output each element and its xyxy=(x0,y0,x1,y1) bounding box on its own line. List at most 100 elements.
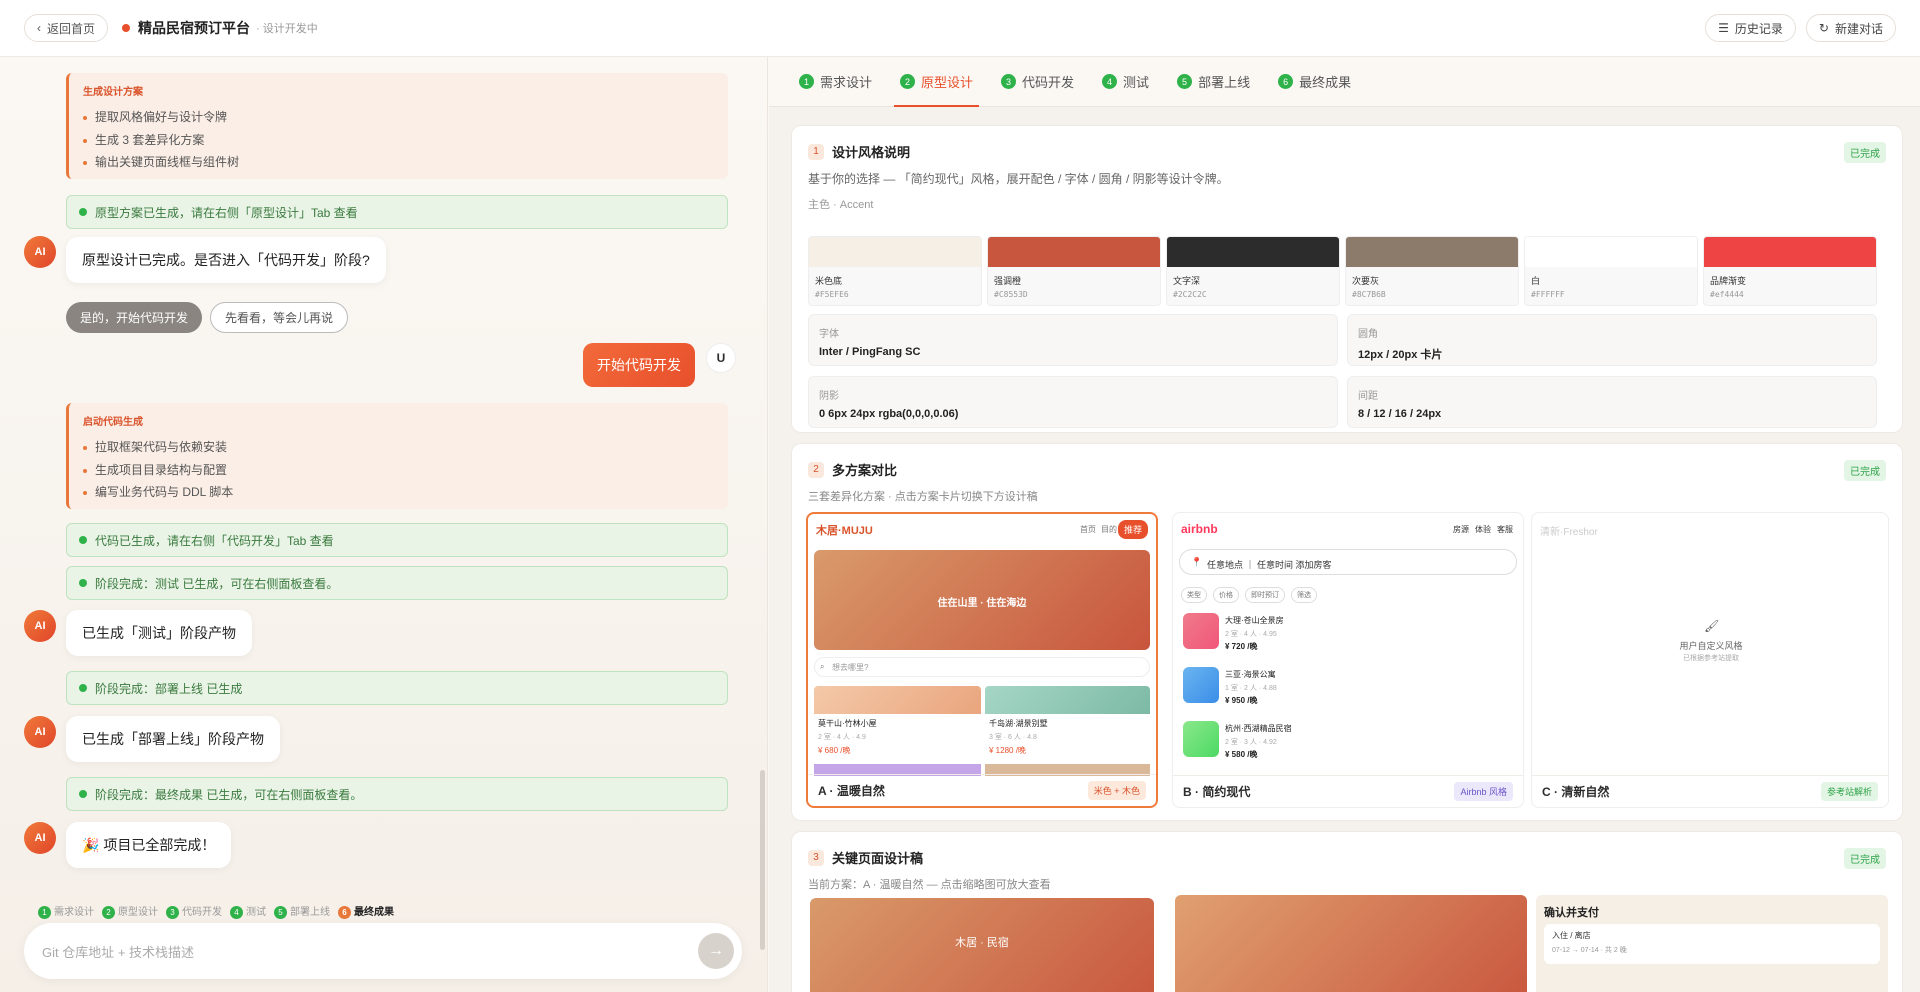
section-description: 当前方案：A · 温暖自然 — 点击缩略图可放大查看 xyxy=(808,879,1051,891)
defer-button[interactable]: 先看看，等会儿再说 xyxy=(210,302,349,333)
chat-history: 生成设计方案 提取风格偏好与设计令牌 生成 3 套差异化方案 输出关键页面线框与… xyxy=(0,57,760,897)
color-swatch[interactable]: 次要灰 #8C7B6B xyxy=(1345,236,1519,306)
color-swatch[interactable]: 文字深 #2C2C2C xyxy=(1166,236,1340,306)
tab-deploy[interactable]: 5 部署上线 xyxy=(1177,57,1250,107)
checkout-field-value: 07-12 → 07-14 · 共 2 晚 xyxy=(1552,947,1627,954)
token-shadow: 阴影 0 6px 24px rgba(0,0,0,0.06) xyxy=(808,376,1338,428)
section-number: 2 xyxy=(808,461,824,478)
thumbnail-title: 木居 · 民宿 xyxy=(955,937,1009,949)
plan-search-text: 任意地点 ｜ 任意时间 添加房客 xyxy=(1207,560,1332,570)
palette-label: 主色 · Accent xyxy=(808,199,874,211)
tab-number: 1 xyxy=(799,74,814,89)
history-label: 历史记录 xyxy=(1734,21,1783,36)
token-radius: 圆角 12px / 20px 卡片 xyxy=(1347,314,1877,366)
mini-step[interactable]: 5 部署上线 xyxy=(274,903,330,919)
swatch-hex: #ef4444 xyxy=(1710,290,1744,299)
task-card-code: 启动代码生成 拉取框架代码与依赖安装 生成项目目录结构与配置 编写业务代码与 D… xyxy=(66,403,728,509)
tab-prototype[interactable]: 2 原型设计 xyxy=(894,57,980,107)
color-swatch[interactable]: 白 #FFFFFF xyxy=(1524,236,1698,306)
page-thumbnail-detail[interactable] xyxy=(1175,895,1527,992)
listing-meta: 3 室 · 6 人 · 4.8 xyxy=(989,734,1037,741)
status-message: 代码已生成，请在右侧「代码开发」Tab 查看 xyxy=(66,523,728,557)
confirm-code-dev-button[interactable]: 是的，开始代码开发 xyxy=(66,302,203,333)
filter-chip: 即时预订 xyxy=(1245,587,1285,603)
swatch-name: 品牌渐变 xyxy=(1710,276,1747,286)
task-item: 生成项目目录结构与配置 xyxy=(83,459,714,482)
task-item: 编写业务代码与 DDL 脚本 xyxy=(83,481,714,504)
ai-message: 🎉 项目已全部完成！ xyxy=(66,822,232,868)
color-swatch[interactable]: 强调橙 #C8553D xyxy=(987,236,1161,306)
ai-message: 已生成「测试」阶段产物 xyxy=(66,610,252,656)
listing-title: 杭州·西湖精品民宿 xyxy=(1225,724,1292,733)
plan-card-c[interactable]: 清新·Freshor 🖌 用户自定义风格 已根据参考站提取 C · 清新自然 参考… xyxy=(1531,512,1889,808)
listing-meta: 1 室 · 2 人 · 4.88 xyxy=(1225,685,1277,692)
hero-text: 住在山里 · 住在海边 xyxy=(937,598,1027,609)
tab-label: 最终成果 xyxy=(1299,75,1352,90)
checkout-title: 确认并支付 xyxy=(1544,907,1599,919)
checkout-field-label: 入住 / 离店 xyxy=(1552,931,1591,940)
custom-style-sub: 已根据参考站提取 xyxy=(1683,655,1739,662)
chat-input[interactable]: Git 仓库地址 + 技术栈描述 → xyxy=(24,923,742,979)
tab-code[interactable]: 3 代码开发 xyxy=(1001,57,1074,107)
swatch-name: 白 xyxy=(1531,276,1541,286)
status-text: 代码已生成，请在右侧「代码开发」Tab 查看 xyxy=(95,533,334,548)
tab-label: 原型设计 xyxy=(921,75,974,90)
plan-card-b[interactable]: airbnb 房源 体验 客服 📍 任意地点 ｜ 任意时间 添加房客 类型 价格… xyxy=(1172,512,1524,808)
new-chat-button[interactable]: ↻ 新建对话 xyxy=(1805,14,1896,42)
step-label: 代码开发 xyxy=(182,907,222,918)
status-text: 阶段完成：测试 已生成，可在右侧面板查看。 xyxy=(95,576,339,591)
plan-nav: 客服 xyxy=(1497,525,1513,534)
plan-name: B · 简约现代 xyxy=(1183,785,1251,799)
chat-panel: 生成设计方案 提取风格偏好与设计令牌 生成 3 套差异化方案 输出关键页面线框与… xyxy=(0,57,768,992)
task-item: 提取风格偏好与设计令牌 xyxy=(83,106,714,129)
location-pin-icon: 📍 xyxy=(1191,557,1203,567)
mini-step[interactable]: 3 代码开发 xyxy=(166,903,222,919)
section-description: 三套差异化方案 · 点击方案卡片切换下方设计稿 xyxy=(808,491,1038,503)
status-message: 阶段完成：最终成果 已生成，可在右侧面板查看。 xyxy=(66,777,728,811)
step-number: 2 xyxy=(102,906,115,919)
plan-tag: Airbnb 风格 xyxy=(1454,782,1513,801)
listing-thumb xyxy=(1183,721,1219,757)
list-icon: ☰ xyxy=(1718,21,1729,35)
mini-step[interactable]: 2 原型设计 xyxy=(102,903,158,919)
design-style-section: 1 设计风格说明 已完成 基于你的选择 — 「简约现代」风格，展开配色 / 字体 … xyxy=(791,125,1903,433)
plan-card-a[interactable]: 木居·MUJU 首页 目的 推荐 住在山里 · 住在海边 ⌕ 想去哪里? 莫干山… xyxy=(806,512,1158,808)
mini-step[interactable]: 4 测试 xyxy=(230,903,266,919)
send-button[interactable]: → xyxy=(698,933,734,969)
section-number: 1 xyxy=(808,143,824,160)
tab-test[interactable]: 4 测试 xyxy=(1102,57,1149,107)
swatch-color xyxy=(1525,237,1697,267)
tab-label: 需求设计 xyxy=(820,75,873,90)
tab-final[interactable]: 6 最终成果 xyxy=(1278,57,1351,107)
plan-nav: 目的 xyxy=(1101,525,1117,534)
listing-image xyxy=(985,686,1150,714)
token-value: 0 6px 24px rgba(0,0,0,0.06) xyxy=(819,408,959,420)
success-dot-icon xyxy=(79,579,87,587)
token-font: 字体 Inter / PingFang SC xyxy=(808,314,1338,366)
mini-step-current[interactable]: 6 最终成果 xyxy=(338,903,394,919)
token-label: 阴影 xyxy=(819,391,839,402)
swatch-color xyxy=(1346,237,1518,267)
new-chat-label: 新建对话 xyxy=(1834,21,1883,36)
back-button[interactable]: ‹ 返回首页 xyxy=(24,14,109,42)
status-dot xyxy=(122,24,131,32)
swatch-name: 米色底 xyxy=(815,276,843,286)
ai-message: 原型设计已完成。是否进入「代码开发」阶段? xyxy=(66,237,386,283)
token-label: 字体 xyxy=(819,329,839,340)
filter-chip: 价格 xyxy=(1213,587,1239,603)
multi-plan-section: 2 多方案对比 已完成 三套差异化方案 · 点击方案卡片切换下方设计稿 木居·MU… xyxy=(791,443,1903,821)
status-text: 阶段完成：部署上线 已生成 xyxy=(95,681,243,696)
mini-stepper: 1 需求设计 2 原型设计 3 代码开发 4 测试 5 部署上线 6 最终成果 xyxy=(38,903,394,919)
color-swatch[interactable]: 品牌渐变 #ef4444 xyxy=(1703,236,1877,306)
section-number: 3 xyxy=(808,849,824,866)
status-message: 原型方案已生成，请在右侧「原型设计」Tab 查看 xyxy=(66,195,728,229)
history-button[interactable]: ☰ 历史记录 xyxy=(1705,14,1796,42)
color-swatch[interactable]: 米色底 #F5EFE6 xyxy=(808,236,982,306)
tab-requirements[interactable]: 1 需求设计 xyxy=(799,57,872,107)
user-message: 开始代码开发 xyxy=(583,343,695,387)
task-card-title: 启动代码生成 xyxy=(83,417,143,428)
plan-name: A · 温暖自然 xyxy=(818,784,885,798)
mini-step[interactable]: 1 需求设计 xyxy=(38,903,94,919)
task-item: 拉取框架代码与依赖安装 xyxy=(83,436,714,459)
chat-scrollbar[interactable] xyxy=(760,770,765,950)
